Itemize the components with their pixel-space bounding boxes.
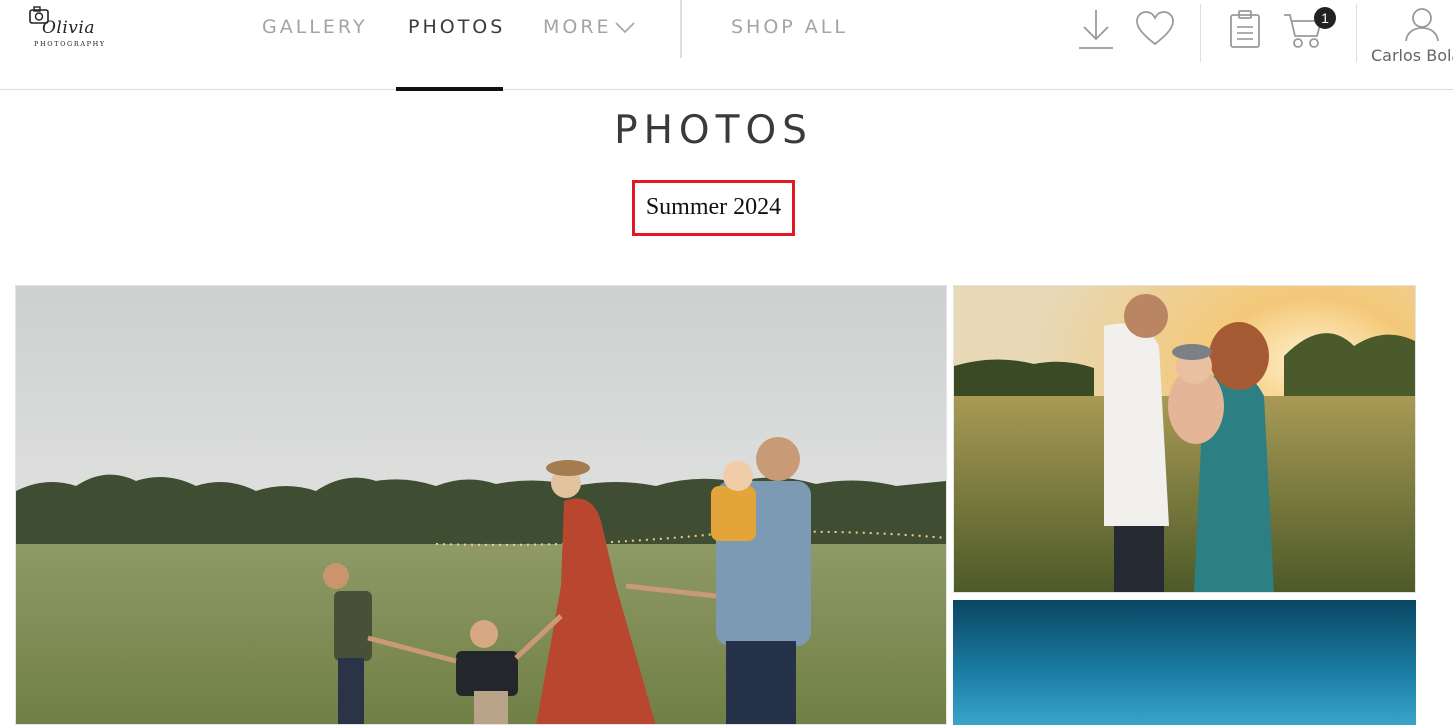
nav-divider: [680, 0, 682, 58]
olivia-photography-logo[interactable]: Olivia PHOTOGRAPHY: [28, 4, 112, 50]
family-walking-field-photo[interactable]: [15, 285, 947, 725]
photo-image: [953, 600, 1416, 725]
site-header: Olivia PHOTOGRAPHY GALLERY PHOTOS MORE S…: [0, 0, 1453, 91]
couple-holding-baby-sunset-photo[interactable]: [953, 285, 1416, 593]
album-name: Summer 2024: [645, 194, 782, 220]
blue-sky-photo[interactable]: [953, 600, 1416, 725]
logo-subtitle: PHOTOGRAPHY: [34, 40, 106, 48]
photo-image: [954, 286, 1415, 592]
user-name[interactable]: Carlos Bola: [1371, 46, 1453, 65]
album-name-highlight: Summer 2024: [632, 180, 795, 236]
clipboard-icon: [1230, 10, 1260, 48]
download-icon: [1079, 10, 1113, 49]
nav-gallery[interactable]: GALLERY: [262, 16, 368, 42]
nav-more-label: MORE: [543, 16, 612, 38]
nav-photos[interactable]: PHOTOS: [408, 16, 505, 42]
active-tab-underline: [396, 87, 503, 91]
download-button[interactable]: [1078, 8, 1114, 57]
logo-script-text: Olivia: [42, 18, 95, 38]
header-divider: [1356, 4, 1357, 62]
account-button[interactable]: [1404, 6, 1440, 47]
page-title: PHOTOS: [614, 108, 813, 153]
nav-shop-all[interactable]: SHOP ALL: [731, 16, 848, 42]
orders-button[interactable]: [1229, 9, 1263, 54]
nav-more[interactable]: MORE: [543, 16, 635, 42]
header-divider: [1200, 4, 1201, 62]
photo-image: [16, 286, 946, 724]
chevron-down-icon: [615, 22, 635, 34]
favorites-button[interactable]: [1136, 11, 1174, 52]
heart-icon: [1136, 11, 1174, 46]
cart-count-badge: 1: [1314, 7, 1336, 29]
user-icon: [1405, 8, 1439, 42]
